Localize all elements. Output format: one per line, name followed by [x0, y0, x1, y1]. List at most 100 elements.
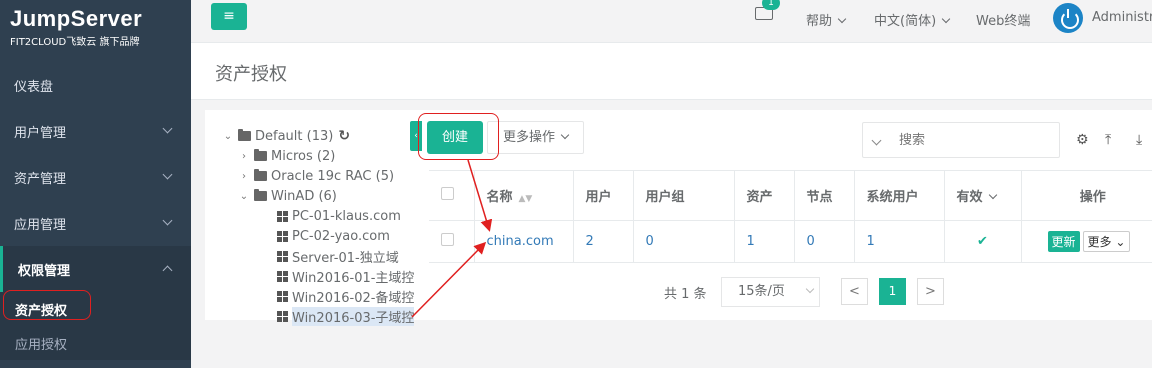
page-1-button[interactable]: 1 [879, 278, 906, 305]
column-header-actions: 操作 [1021, 170, 1152, 221]
nodes-count-link[interactable]: 0 [807, 234, 815, 249]
column-header-nodes: 节点 [794, 170, 855, 221]
chevron-down-icon[interactable] [871, 135, 882, 146]
windows-icon [277, 270, 288, 282]
caret-down-icon[interactable]: ⌄ [238, 191, 250, 202]
folder-icon [254, 169, 267, 181]
web-terminal-link[interactable]: Web终端 [976, 10, 1030, 29]
tree-asset[interactable]: PC-01-klaus.com [222, 206, 418, 226]
sidebar-item-applications[interactable]: 应用管理 [0, 200, 191, 246]
mail-count-badge: 1 [762, 0, 780, 10]
sidebar-item-assets[interactable]: 资产管理 [0, 154, 191, 200]
chevron-down-icon [560, 130, 570, 140]
update-button[interactable]: 更新 [1047, 231, 1080, 252]
select-all-checkbox[interactable] [441, 187, 454, 200]
upload-icon[interactable]: ⤒ [1105, 132, 1111, 148]
page-title: 资产授权 [215, 64, 287, 85]
windows-icon [277, 310, 288, 322]
tree-asset[interactable]: Win2016-02-备域控 [222, 286, 418, 306]
help-label: 帮助 [806, 14, 833, 29]
refresh-icon[interactable]: ↻ [338, 128, 350, 144]
tree-asset[interactable]: PC-02-yao.com [222, 226, 418, 246]
annotation-box-asset-permission [3, 290, 91, 320]
tree-asset[interactable]: Win2016-03-子域控 [222, 306, 418, 326]
column-header-valid[interactable]: 有效 [944, 170, 1022, 221]
tree-node-micros[interactable]: › Micros (2) [222, 146, 418, 166]
asset-tree: ⌄ Default (13) ↻ › Micros (2) › Oracle 1… [222, 126, 418, 326]
sidebar-item-label: 用户管理 [14, 125, 67, 141]
caret-down-icon[interactable]: ⌄ [222, 131, 234, 142]
assets-cell: 1 [734, 220, 795, 263]
help-menu[interactable]: 帮助 [806, 10, 847, 29]
tree-node-label: Micros (2) [271, 148, 336, 164]
actions-cell: 更新 更多 ⌄ [1021, 220, 1152, 263]
tree-node-label: WinAD (6) [271, 188, 337, 204]
gear-icon[interactable]: ⚙ [1076, 132, 1089, 148]
language-menu[interactable]: 中文(简体) [874, 10, 951, 29]
windows-icon [277, 210, 288, 222]
caret-right-icon[interactable]: › [238, 171, 250, 182]
column-header-label: 有效 [956, 190, 983, 205]
row-select-cell [429, 220, 475, 263]
groups-cell: 0 [633, 220, 735, 263]
chevron-down-icon [805, 284, 815, 294]
permission-name-link[interactable]: china.com [487, 234, 554, 249]
menu-toggle-button[interactable]: ≡ [211, 3, 247, 30]
tree-node-label: Oracle 19c RAC (5) [271, 168, 395, 184]
system-users-count-link[interactable]: 1 [867, 234, 875, 249]
topbar: ≡ 1 帮助 中文(简体) Web终端 Administrator [191, 0, 1152, 43]
row-more-button[interactable]: 更多 ⌄ [1082, 231, 1131, 252]
pagination-total: 共 1 条 [664, 287, 707, 302]
tree-asset-label: Win2016-03-子域控 [292, 306, 415, 326]
valid-cell: ✔ [944, 220, 1022, 263]
column-header-users: 用户 [573, 170, 634, 221]
avatar[interactable] [1053, 3, 1083, 33]
tree-node-root[interactable]: ⌄ Default (13) ↻ [222, 126, 418, 146]
groups-count-link[interactable]: 0 [646, 234, 654, 249]
search-input[interactable] [899, 129, 1049, 151]
sidebar-item-users[interactable]: 用户管理 [0, 108, 191, 154]
tree-node-label: Default (13) [255, 128, 334, 144]
search-box [862, 122, 1060, 158]
table-row: china.com 2 0 1 0 1 ✔ 更新 更多 ⌄ [429, 220, 1152, 263]
next-page-button[interactable]: > [917, 278, 944, 305]
page-size-select[interactable]: 15条/页 [721, 277, 820, 307]
user-menu[interactable]: Administrator [1092, 10, 1152, 25]
sidebar-item-label: 仪表盘 [14, 79, 54, 95]
row-checkbox[interactable] [441, 233, 454, 246]
assets-count-link[interactable]: 1 [747, 234, 755, 249]
sidebar-item-permissions[interactable]: 权限管理 [0, 246, 191, 292]
more-operations-label: 更多操作 [503, 130, 556, 145]
tree-node-winad[interactable]: ⌄ WinAD (6) [222, 186, 418, 206]
tree-asset-label: PC-02-yao.com [292, 228, 390, 244]
system-users-cell: 1 [854, 220, 945, 263]
tree-asset-label: Server-01-独立域 [292, 250, 399, 266]
prev-page-button[interactable]: < [841, 278, 868, 305]
tree-node-oracle[interactable]: › Oracle 19c RAC (5) [222, 166, 418, 186]
download-icon[interactable]: ⤓ [1136, 132, 1142, 148]
chevron-down-icon [162, 215, 173, 226]
windows-icon [277, 250, 288, 262]
check-icon: ✔ [977, 234, 988, 249]
caret-right-icon[interactable]: › [238, 151, 250, 162]
sidebar-subitem-app-permission[interactable]: 应用授权 [0, 326, 191, 360]
windows-icon [277, 290, 288, 302]
sidebar-item-dashboard[interactable]: 仪表盘 [0, 62, 191, 108]
sidebar-item-label: 应用管理 [14, 217, 67, 233]
logo: JumpServer FIT2CLOUD飞致云 旗下品牌 [0, 0, 191, 60]
more-operations-button[interactable]: 更多操作 [487, 121, 584, 154]
tree-asset[interactable]: Server-01-独立域 [222, 246, 418, 266]
chevron-down-icon [988, 190, 997, 200]
sort-icon[interactable]: ▲▼ [519, 194, 533, 204]
tree-asset[interactable]: Win2016-01-主域控 [222, 266, 418, 286]
folder-open-icon [254, 189, 267, 201]
chevron-down-icon [837, 14, 847, 24]
users-count-link[interactable]: 2 [586, 234, 594, 249]
language-label: 中文(简体) [874, 14, 937, 29]
tree-asset-label: PC-01-klaus.com [292, 208, 401, 224]
page-size-label: 15条/页 [738, 284, 785, 299]
column-header-name[interactable]: 名称 ▲▼ [474, 170, 574, 221]
annotation-box-create [418, 113, 499, 160]
brand-title: JumpServer [10, 6, 143, 31]
sidebar-item-label: 资产管理 [14, 171, 67, 187]
